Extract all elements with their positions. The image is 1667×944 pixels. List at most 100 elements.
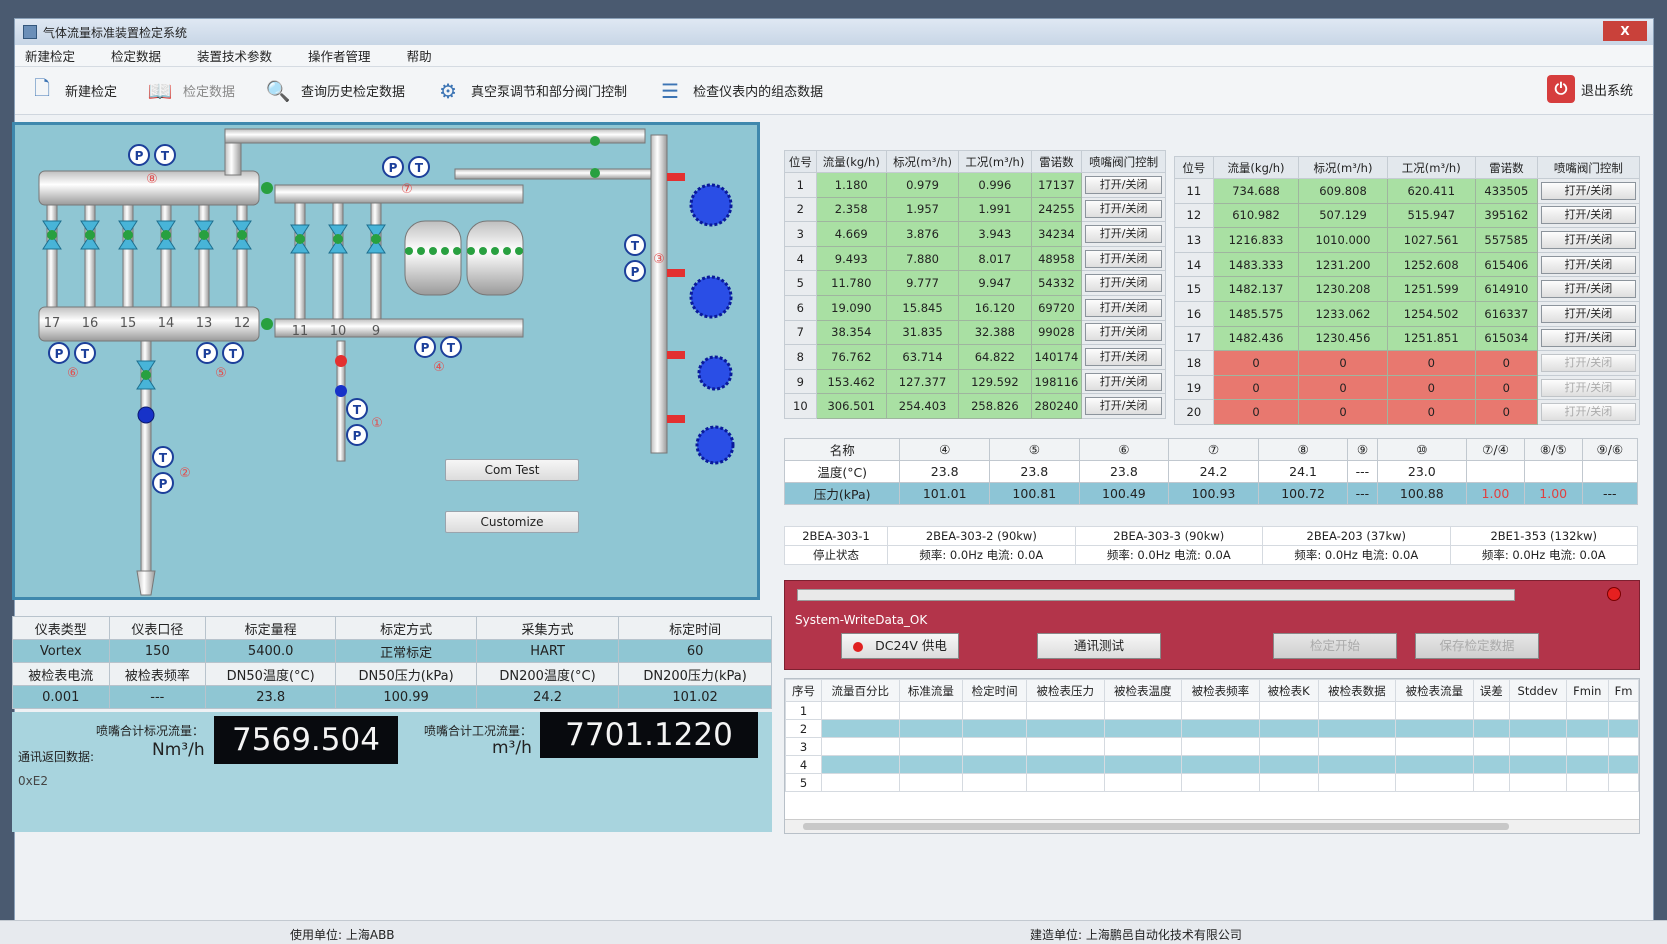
result-cell[interactable]	[1508, 701, 1567, 720]
menu-new[interactable]: 新建检定	[25, 46, 75, 65]
result-cell[interactable]	[1608, 773, 1639, 792]
result-cell[interactable]	[1103, 737, 1183, 756]
result-cell[interactable]	[1608, 737, 1639, 756]
result-cell[interactable]	[1317, 737, 1397, 756]
menu-operator[interactable]: 操作者管理	[308, 46, 371, 65]
menu-data[interactable]: 检定数据	[111, 46, 161, 65]
comm-test-button[interactable]: 通讯测试	[1037, 633, 1161, 659]
result-cell[interactable]	[821, 755, 900, 774]
exit-button[interactable]: ⏻ 退出系统	[1546, 75, 1633, 103]
result-cell[interactable]	[821, 719, 900, 738]
result-cell[interactable]	[1103, 701, 1183, 720]
result-row[interactable]: 3	[785, 737, 1639, 756]
result-cell[interactable]	[1472, 719, 1510, 738]
result-cell[interactable]	[821, 701, 900, 720]
result-cell[interactable]	[962, 737, 1027, 756]
valve-toggle-button[interactable]: 打开/关闭	[1085, 224, 1162, 243]
valve-toggle-button[interactable]: 打开/关闭	[1540, 206, 1636, 225]
result-cell[interactable]	[1472, 737, 1510, 756]
result-cell[interactable]	[1317, 719, 1397, 738]
valve-toggle-button[interactable]: 打开/关闭	[1540, 403, 1636, 422]
result-cell[interactable]	[1472, 755, 1510, 774]
result-cell[interactable]	[962, 701, 1027, 720]
result-row[interactable]: 4	[785, 755, 1639, 774]
result-cell[interactable]	[1258, 755, 1319, 774]
result-cell[interactable]	[1103, 773, 1183, 792]
menu-help[interactable]: 帮助	[407, 46, 432, 65]
tool-verification-data[interactable]: 📖 检定数据	[145, 76, 235, 106]
result-cell[interactable]	[821, 737, 900, 756]
result-cell[interactable]	[1181, 701, 1260, 720]
result-cell[interactable]	[1181, 737, 1260, 756]
valve-toggle-button[interactable]: 打开/关闭	[1540, 280, 1636, 299]
result-cell[interactable]	[1025, 773, 1105, 792]
start-verification-button[interactable]: 检定开始	[1273, 633, 1397, 659]
valve-toggle-button[interactable]: 打开/关闭	[1540, 378, 1636, 397]
result-cell[interactable]	[1395, 701, 1474, 720]
result-cell[interactable]	[1508, 719, 1567, 738]
result-cell[interactable]	[898, 755, 964, 774]
result-cell[interactable]	[1608, 719, 1639, 738]
result-cell[interactable]	[898, 773, 964, 792]
valve-toggle-button[interactable]: 打开/关闭	[1085, 323, 1162, 342]
result-cell[interactable]	[1317, 773, 1397, 792]
result-cell[interactable]	[1181, 773, 1260, 792]
customize-button[interactable]: Customize	[445, 511, 579, 533]
result-cell[interactable]	[1025, 755, 1105, 774]
result-cell[interactable]	[1025, 701, 1105, 720]
result-cell[interactable]	[1565, 701, 1610, 720]
valve-toggle-button[interactable]: 打开/关闭	[1540, 353, 1636, 372]
com-test-button[interactable]: Com Test	[445, 459, 579, 481]
result-cell[interactable]	[1025, 719, 1105, 738]
valve-toggle-button[interactable]: 打开/关闭	[1085, 347, 1162, 366]
valve-toggle-button[interactable]: 打开/关闭	[1085, 274, 1162, 293]
result-cell[interactable]	[1258, 719, 1319, 738]
result-cell[interactable]	[1565, 773, 1610, 792]
result-cell[interactable]	[1103, 719, 1183, 738]
result-cell[interactable]	[1608, 701, 1639, 720]
tool-new-verification[interactable]: 🗋 新建检定	[27, 76, 117, 106]
valve-toggle-button[interactable]: 打开/关闭	[1540, 329, 1636, 348]
result-cell[interactable]	[1565, 737, 1610, 756]
result-cell[interactable]	[1395, 755, 1474, 774]
result-cell[interactable]	[1608, 755, 1639, 774]
valve-toggle-button[interactable]: 打开/关闭	[1540, 304, 1636, 323]
result-cell[interactable]	[1181, 719, 1260, 738]
valve-toggle-button[interactable]: 打开/关闭	[1085, 397, 1162, 416]
dc24v-power-button[interactable]: DC24V 供电	[841, 633, 959, 659]
result-cell[interactable]	[1508, 737, 1567, 756]
valve-toggle-button[interactable]: 打开/关闭	[1540, 181, 1636, 200]
result-cell[interactable]	[1472, 773, 1510, 792]
result-cell[interactable]	[1025, 737, 1105, 756]
menu-params[interactable]: 装置技术参数	[197, 46, 272, 65]
result-cell[interactable]	[1565, 719, 1610, 738]
results-grid[interactable]: 序号 流量百分比 标准流量 检定时间 被检表压力 被检表温度 被检表频率 被检表K 被检表数据被…	[784, 678, 1640, 834]
result-cell[interactable]	[1258, 773, 1319, 792]
result-cell[interactable]	[1258, 737, 1319, 756]
result-cell[interactable]	[821, 773, 900, 792]
result-cell[interactable]	[1565, 755, 1610, 774]
result-cell[interactable]	[1508, 773, 1567, 792]
horizontal-scrollbar[interactable]	[785, 819, 1639, 833]
result-row[interactable]: 1	[785, 701, 1639, 720]
scroll-thumb[interactable]	[803, 823, 1509, 830]
result-row[interactable]: 5	[785, 773, 1639, 792]
result-cell[interactable]	[898, 737, 964, 756]
result-cell[interactable]	[962, 773, 1027, 792]
result-cell[interactable]	[1103, 755, 1183, 774]
result-cell[interactable]	[1317, 755, 1397, 774]
tool-check-config[interactable]: ☰ 检查仪表内的组态数据	[655, 76, 823, 106]
tool-pump-valve-control[interactable]: ⚙ 真空泵调节和部分阀门控制	[433, 76, 627, 106]
valve-toggle-button[interactable]: 打开/关闭	[1085, 298, 1162, 317]
result-cell[interactable]	[1508, 755, 1567, 774]
result-cell[interactable]	[898, 701, 964, 720]
result-cell[interactable]	[962, 755, 1027, 774]
valve-toggle-button[interactable]: 打开/关闭	[1085, 372, 1162, 391]
valve-toggle-button[interactable]: 打开/关闭	[1540, 255, 1636, 274]
result-cell[interactable]	[1395, 719, 1474, 738]
tool-history-search[interactable]: 🔍 查询历史检定数据	[263, 76, 405, 106]
result-cell[interactable]	[1181, 755, 1260, 774]
result-cell[interactable]	[898, 719, 964, 738]
valve-toggle-button[interactable]: 打开/关闭	[1085, 249, 1162, 268]
valve-toggle-button[interactable]: 打开/关闭	[1540, 230, 1636, 249]
